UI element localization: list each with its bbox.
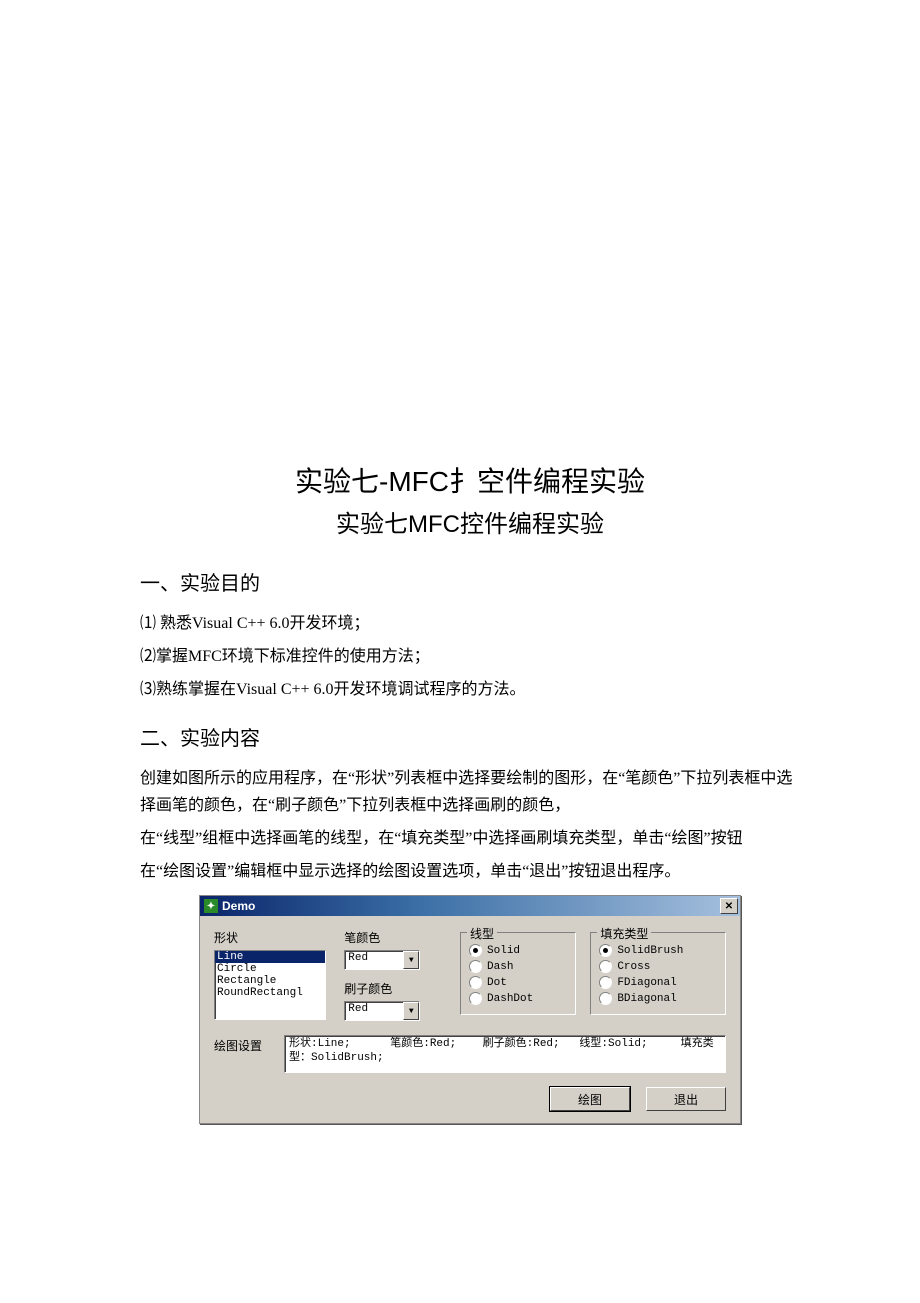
list-item[interactable]: Circle — [215, 963, 325, 975]
radio-line-dashdot[interactable]: DashDot — [469, 992, 567, 1005]
window-title: Demo — [222, 899, 255, 913]
titlebar[interactable]: ✦ Demo ✕ — [200, 896, 740, 916]
label-settings: 绘图设置 — [214, 1035, 274, 1054]
brush-color-value: Red — [345, 1002, 403, 1020]
section-content-head: 二、实验内容 — [140, 722, 800, 751]
section-objectives-head: 一、实验目的 — [140, 567, 800, 596]
radio-fill-bdiagonal[interactable]: BDiagonal — [599, 992, 717, 1005]
radio-label: Dash — [487, 961, 513, 973]
radio-label: DashDot — [487, 993, 533, 1005]
close-icon[interactable]: ✕ — [720, 898, 738, 914]
content-para-2: 在“线型”组框中选择画笔的线型，在“填充类型”中选择画刷填充类型，单击“绘图”按… — [140, 825, 800, 852]
label-pen-color: 笔颜色 — [344, 929, 446, 946]
group-legend-line-type: 线型 — [467, 925, 497, 942]
label-shape: 形状 — [214, 929, 330, 946]
objective-3: ⑶熟练掌握在Visual C++ 6.0开发环境调试程序的方法。 — [140, 676, 800, 703]
shape-listbox[interactable]: Line Circle Rectangle RoundRectangl — [214, 950, 326, 1020]
radio-label: BDiagonal — [617, 993, 676, 1005]
settings-editbox[interactable]: 形状:Line; 笔颜色:Red; 刷子颜色:Red; 线型:Solid; 填充… — [284, 1035, 726, 1073]
radio-fill-fdiagonal[interactable]: FDiagonal — [599, 976, 717, 989]
button-label: 退出 — [674, 1091, 698, 1108]
radio-line-solid[interactable]: Solid — [469, 944, 567, 957]
chevron-down-icon[interactable]: ▼ — [403, 951, 419, 969]
button-label: 绘图 — [578, 1091, 602, 1108]
app-icon: ✦ — [204, 899, 218, 913]
radio-label: Cross — [617, 961, 650, 973]
chevron-down-icon[interactable]: ▼ — [403, 1002, 419, 1020]
list-item[interactable]: Rectangle — [215, 975, 325, 987]
radio-fill-solidbrush[interactable]: SolidBrush — [599, 944, 717, 957]
label-brush-color: 刷子颜色 — [344, 980, 446, 997]
radio-label: SolidBrush — [617, 945, 683, 957]
draw-button[interactable]: 绘图 — [550, 1087, 630, 1111]
radio-fill-cross[interactable]: Cross — [599, 960, 717, 973]
doc-title-2: 实验七MFC控件编程实验 — [140, 504, 800, 539]
radio-label: Solid — [487, 945, 520, 957]
demo-dialog: ✦ Demo ✕ 形状 Line Circle Rectangle RoundR… — [199, 895, 741, 1124]
pen-color-value: Red — [345, 951, 403, 969]
content-para-1: 创建如图所示的应用程序，在“形状”列表框中选择要绘制的图形，在“笔颜色”下拉列表… — [140, 765, 800, 819]
objective-2: ⑵掌握MFC环境下标准控件的使用方法； — [140, 643, 800, 670]
exit-button[interactable]: 退出 — [646, 1087, 726, 1111]
pen-color-combo[interactable]: Red ▼ — [344, 950, 420, 970]
list-item[interactable]: RoundRectangl — [215, 987, 325, 999]
brush-color-combo[interactable]: Red ▼ — [344, 1001, 420, 1021]
group-legend-fill-type: 填充类型 — [597, 925, 651, 942]
radio-label: FDiagonal — [617, 977, 676, 989]
doc-title-1: 实验七-MFC扌空件编程实验 — [140, 460, 800, 500]
content-para-3: 在“绘图设置”编辑框中显示选择的绘图设置选项，单击“退出”按钮退出程序。 — [140, 858, 800, 885]
radio-label: Dot — [487, 977, 507, 989]
group-line-type: 线型 Solid Dash Dot — [460, 932, 576, 1015]
objective-1: ⑴ 熟悉Visual C++ 6.0开发环境； — [140, 610, 800, 637]
radio-line-dash[interactable]: Dash — [469, 960, 567, 973]
list-item[interactable]: Line — [215, 951, 325, 963]
radio-line-dot[interactable]: Dot — [469, 976, 567, 989]
group-fill-type: 填充类型 SolidBrush Cross FDia — [590, 932, 726, 1015]
